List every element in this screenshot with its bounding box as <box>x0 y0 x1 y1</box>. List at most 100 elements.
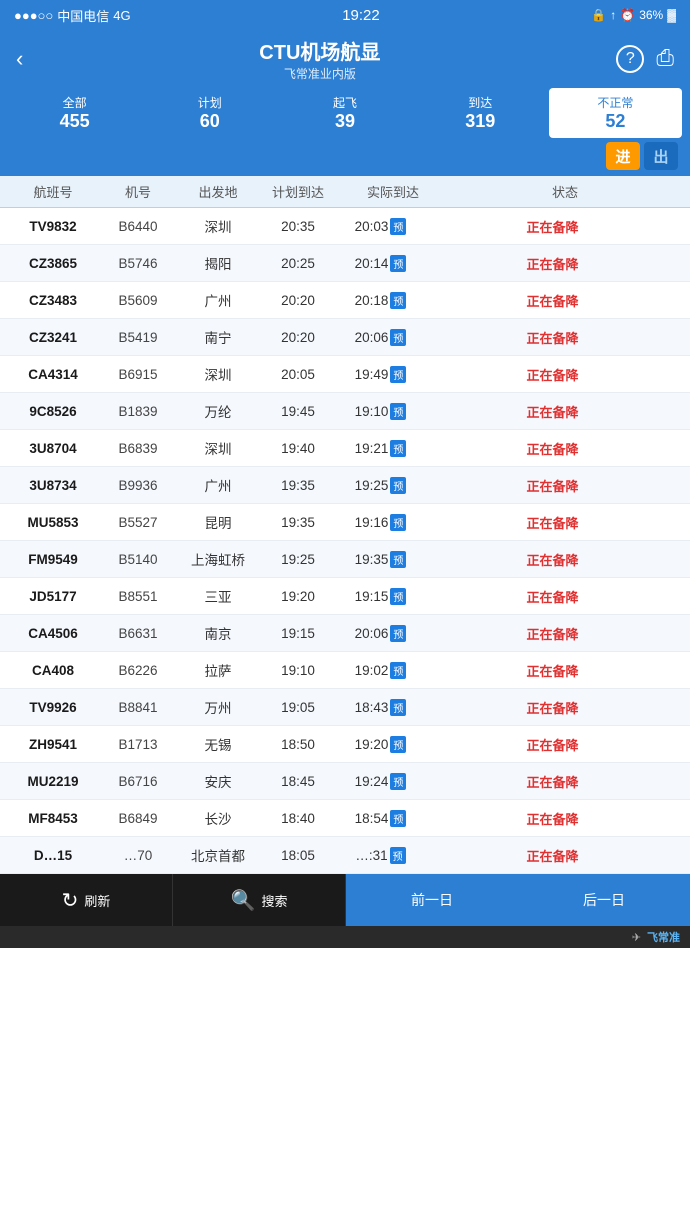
share-button[interactable]: ⎙ <box>656 45 674 73</box>
flight-row[interactable]: FM9549 B5140 上海虹桥 19:25 19:35 预 正在备降 <box>0 541 690 578</box>
cell-flight-number: 3U8704 <box>8 441 98 456</box>
pred-badge: 预 <box>390 625 406 642</box>
cell-origin: 广州 <box>178 475 258 495</box>
app-header: ‹ CTU机场航显 飞常准业内版 ? ⎙ <box>0 30 690 88</box>
flight-row[interactable]: 3U8704 B6839 深圳 19:40 19:21 预 正在备降 <box>0 430 690 467</box>
cell-origin: 南京 <box>178 623 258 643</box>
search-button[interactable]: 🔍 搜索 <box>173 874 346 926</box>
tab-depart[interactable]: 起飞39 <box>278 88 411 138</box>
refresh-button[interactable]: ↻ 刷新 <box>0 874 173 926</box>
help-button[interactable]: ? <box>616 45 644 73</box>
flight-row[interactable]: MU2219 B6716 安庆 18:45 19:24 预 正在备降 <box>0 763 690 800</box>
flight-row[interactable]: CA4314 B6915 深圳 20:05 19:49 预 正在备降 <box>0 356 690 393</box>
cell-aircraft-number: B5746 <box>98 256 178 271</box>
flight-row[interactable]: TV9926 B8841 万州 19:05 18:43 预 正在备降 <box>0 689 690 726</box>
flight-row[interactable]: D…15 …70 北京首都 18:05 …:31 预 正在备降 <box>0 837 690 874</box>
flight-row[interactable]: CZ3483 B5609 广州 20:20 20:18 预 正在备降 <box>0 282 690 319</box>
cell-aircraft-number: B6915 <box>98 367 178 382</box>
cell-origin: 广州 <box>178 290 258 310</box>
prev-day-button[interactable]: 前一日 <box>346 874 518 926</box>
tab-bar: 全部455计划60起飞39到达319不正常52 <box>4 88 686 142</box>
cell-origin: 深圳 <box>178 216 258 236</box>
flight-row[interactable]: TV9832 B6440 深圳 20:35 20:03 预 正在备降 <box>0 208 690 245</box>
cell-actual-time: 19:21 预 <box>338 440 423 457</box>
actual-time-value: 19:02 <box>355 663 389 678</box>
pred-badge: 预 <box>390 588 406 605</box>
actual-time-value: …:31 <box>355 848 387 863</box>
flight-row[interactable]: 3U8734 B9936 广州 19:35 19:25 预 正在备降 <box>0 467 690 504</box>
actual-time-value: 19:20 <box>355 737 389 752</box>
app-title: CTU机场航显 <box>259 36 380 65</box>
tab-all[interactable]: 全部455 <box>8 88 141 138</box>
cell-status: 正在备降 <box>423 328 682 347</box>
cell-flight-number: CA4314 <box>8 367 98 382</box>
flight-row[interactable]: ZH9541 B1713 无锡 18:50 19:20 预 正在备降 <box>0 726 690 763</box>
column-headers: 航班号 机号 出发地 计划到达 实际到达 状态 <box>0 176 690 208</box>
tab-count-abnormal: 52 <box>553 111 678 132</box>
cell-aircraft-number: B6716 <box>98 774 178 789</box>
network-label: 4G <box>113 8 130 23</box>
flight-row[interactable]: 9C8526 B1839 万纶 19:45 19:10 预 正在备降 <box>0 393 690 430</box>
pred-badge: 预 <box>390 662 406 679</box>
cell-origin: 北京首都 <box>178 845 258 865</box>
next-day-button[interactable]: 后一日 <box>518 874 690 926</box>
cell-planned-time: 20:05 <box>258 367 338 382</box>
cell-status: 正在备降 <box>423 624 682 643</box>
cell-planned-time: 18:45 <box>258 774 338 789</box>
flight-row[interactable]: CA4506 B6631 南京 19:15 20:06 预 正在备降 <box>0 615 690 652</box>
back-button[interactable]: ‹ <box>16 46 23 72</box>
pred-badge: 预 <box>390 477 406 494</box>
flight-row[interactable]: CA408 B6226 拉萨 19:10 19:02 预 正在备降 <box>0 652 690 689</box>
cell-planned-time: 19:45 <box>258 404 338 419</box>
flight-row[interactable]: CZ3865 B5746 揭阳 20:25 20:14 预 正在备降 <box>0 245 690 282</box>
tab-plan[interactable]: 计划60 <box>143 88 276 138</box>
pred-badge: 预 <box>390 366 406 383</box>
pred-badge: 预 <box>390 514 406 531</box>
prev-day-label: 前一日 <box>411 890 453 910</box>
direction-btn-out[interactable]: 出 <box>644 142 678 170</box>
cell-aircraft-number: B5609 <box>98 293 178 308</box>
cell-planned-time: 19:40 <box>258 441 338 456</box>
watermark-icon: ✈ <box>632 931 641 944</box>
pred-badge: 预 <box>390 551 406 568</box>
tab-count-plan: 60 <box>147 111 272 132</box>
col-header-aircraft: 机号 <box>98 182 178 201</box>
flight-row[interactable]: MF8453 B6849 长沙 18:40 18:54 预 正在备降 <box>0 800 690 837</box>
next-day-label: 后一日 <box>583 890 625 910</box>
cell-origin: 三亚 <box>178 586 258 606</box>
tab-count-all: 455 <box>12 111 137 132</box>
cell-origin: 拉萨 <box>178 660 258 680</box>
cell-origin: 长沙 <box>178 808 258 828</box>
battery-icon: ▓ <box>667 8 676 22</box>
cell-origin: 万州 <box>178 697 258 717</box>
tab-abnormal[interactable]: 不正常52 <box>549 88 682 138</box>
cell-origin: 深圳 <box>178 438 258 458</box>
tab-count-arrive: 319 <box>418 111 543 132</box>
app-subtitle: 飞常准业内版 <box>259 65 380 82</box>
tab-label-all: 全部 <box>12 94 137 111</box>
cell-actual-time: …:31 预 <box>338 847 423 864</box>
cell-status: 正在备降 <box>423 809 682 828</box>
cell-flight-number: CA408 <box>8 663 98 678</box>
cell-aircraft-number: B5527 <box>98 515 178 530</box>
col-header-planned: 计划到达 <box>258 182 338 201</box>
cell-flight-number: CZ3241 <box>8 330 98 345</box>
direction-btn-in[interactable]: 进 <box>606 142 640 170</box>
pred-badge: 预 <box>390 847 406 864</box>
flight-row[interactable]: MU5853 B5527 昆明 19:35 19:16 预 正在备降 <box>0 504 690 541</box>
flight-row[interactable]: JD5177 B8551 三亚 19:20 19:15 预 正在备降 <box>0 578 690 615</box>
carrier-label: 中国电信 <box>57 6 109 25</box>
cell-origin: 深圳 <box>178 364 258 384</box>
direction-buttons: 进出 <box>4 142 686 176</box>
cell-flight-number: ZH9541 <box>8 737 98 752</box>
col-header-origin: 出发地 <box>178 182 258 201</box>
cell-planned-time: 19:35 <box>258 515 338 530</box>
cell-actual-time: 19:16 预 <box>338 514 423 531</box>
alarm-icon: ⏰ <box>620 8 635 22</box>
col-header-status: 状态 <box>448 182 682 201</box>
flight-row[interactable]: CZ3241 B5419 南宁 20:20 20:06 预 正在备降 <box>0 319 690 356</box>
actual-time-value: 20:06 <box>355 626 389 641</box>
cell-flight-number: CZ3483 <box>8 293 98 308</box>
cell-planned-time: 18:40 <box>258 811 338 826</box>
tab-arrive[interactable]: 到达319 <box>414 88 547 138</box>
